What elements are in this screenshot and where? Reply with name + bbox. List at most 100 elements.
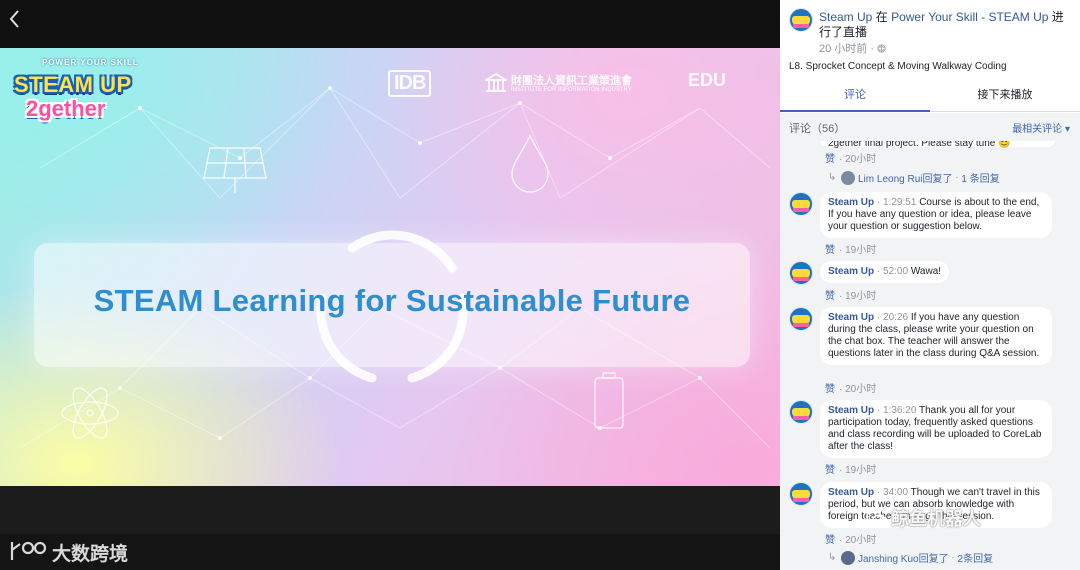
reply-row[interactable]: ↳ Janshing Kuo回复了 · 2条回复: [828, 550, 993, 565]
dashu-watermark-text: 大数跨境: [52, 544, 129, 565]
banner-title: STEAM Learning for Sustainable Future: [93, 283, 691, 318]
comment-actions: 赞 · 19小时: [825, 241, 876, 256]
edu-logo: EDU: [688, 70, 727, 90]
wechat-icon: [866, 510, 886, 526]
comment-bubble: Steam Up · 1:36:20 Thank you all for you…: [820, 400, 1052, 458]
comment-separator: ·: [876, 312, 881, 323]
viewer-top-bar: [0, 0, 780, 48]
like-button[interactable]: 赞: [825, 465, 835, 476]
comment-separator: ·: [876, 266, 881, 277]
reply-avatar: [841, 170, 855, 185]
comment-bubble: Steam Up · 20:26 If you have any questio…: [820, 307, 1052, 365]
tab-up-next[interactable]: 接下来播放: [930, 82, 1080, 112]
post-time[interactable]: 20 小时前: [819, 43, 867, 55]
comments-sidebar: Steam Up 在 Power Your Skill - STEAM Up 进…: [780, 0, 1080, 570]
screen: POWER YOUR SKILL STEAM UP 2gether IDB 財團…: [0, 0, 1080, 570]
logo-tagline: POWER YOUR SKILL: [42, 58, 139, 67]
reply-count[interactable]: 1 条回复: [961, 174, 999, 185]
comment-bubble: Steam Up · 1:29:51 Course is about to th…: [820, 192, 1052, 238]
like-button[interactable]: 赞: [825, 291, 835, 302]
reply-arrow-icon: ↳: [828, 552, 837, 564]
battery-icon: [594, 372, 624, 429]
comment-avatar[interactable]: [789, 482, 813, 506]
title-banner: STEAM Learning for Sustainable Future: [34, 243, 750, 367]
idb-logo: IDB: [388, 70, 432, 97]
logo-subtitle: 2gether: [26, 96, 106, 121]
comment-avatar[interactable]: [789, 192, 813, 216]
reply-row[interactable]: ↳ Lim Leong Rui回复了 · 1 条回复: [828, 170, 1000, 185]
comment-author[interactable]: Steam Up: [828, 197, 874, 208]
video-viewer: POWER YOUR SKILL STEAM UP 2gether IDB 財團…: [0, 0, 780, 570]
dashu-logo-icon: [10, 541, 47, 560]
sidebar-tabs: 评论 接下来播放: [780, 82, 1080, 112]
video-timestamp[interactable]: 1:36:20: [883, 405, 916, 416]
video-timestamp[interactable]: 34:00: [883, 487, 908, 498]
post-description: L8. Sprocket Concept & Moving Walkway Co…: [789, 61, 1007, 72]
comment-author[interactable]: Steam Up: [828, 266, 874, 277]
reply-separator: ·: [955, 172, 959, 183]
video-timestamp[interactable]: 52:00: [883, 266, 908, 277]
iii-name-en: INSTITUTE FOR INFORMATION INDUSTRY: [511, 87, 632, 93]
comment-text: 2gether final project. Please stay tune …: [828, 141, 1011, 149]
solar-panel-icon: [203, 147, 267, 193]
comment-author[interactable]: Steam Up: [828, 487, 874, 498]
action-separator: ·: [839, 245, 843, 256]
like-button[interactable]: 赞: [825, 245, 835, 256]
action-separator: ·: [839, 465, 843, 476]
like-button[interactable]: 赞: [825, 154, 835, 165]
post-header: Steam Up 在 Power Your Skill - STEAM Up 进…: [780, 0, 1080, 60]
post-connector: 在: [875, 10, 888, 24]
post-author-link[interactable]: Steam Up: [819, 10, 872, 24]
comment-separator: ·: [876, 405, 881, 416]
logo-title: STEAM UP: [14, 72, 132, 97]
comment-actions: 赞 · 19小时: [825, 287, 876, 302]
comment-author[interactable]: Steam Up: [828, 312, 874, 323]
whale-robot-watermark: 鲸鱼机器人: [866, 505, 981, 531]
reply-count[interactable]: 2条回复: [958, 554, 994, 565]
post-meta-separator: ·: [870, 43, 875, 55]
comment-text: Wawa!: [910, 266, 942, 277]
comment-time[interactable]: 19小时: [845, 291, 876, 302]
iii-name-zh: 財團法人資訊工業策進會: [511, 75, 632, 87]
comment-actions: 赞 · 20小时: [825, 150, 876, 165]
water-drop-icon: [511, 134, 549, 193]
comment-actions: 赞 · 20小时: [825, 531, 876, 546]
reply-avatar: [841, 550, 855, 565]
comment-bubble: 2gether final project. Please stay tune …: [820, 141, 1055, 149]
comment-time[interactable]: 20小时: [845, 384, 876, 395]
comment-actions: 赞 · 20小时: [825, 380, 876, 395]
comment-time[interactable]: 19小时: [845, 245, 876, 256]
atom-icon: [61, 387, 119, 439]
sort-dropdown[interactable]: 最相关评论 ▾: [1012, 120, 1070, 135]
comment-separator: ·: [876, 197, 881, 208]
comment-bar: 评论（56） 最相关评论 ▾: [780, 113, 1080, 141]
comment-time[interactable]: 19小时: [845, 465, 876, 476]
comment-avatar[interactable]: [789, 400, 813, 424]
comment-bubble: Steam Up · 52:00 Wawa!: [820, 261, 950, 283]
iii-logo: 財團法人資訊工業策進會 INSTITUTE FOR INFORMATION IN…: [485, 70, 660, 100]
post-title: Steam Up 在 Power Your Skill - STEAM Up 进…: [819, 10, 1075, 40]
action-separator: ·: [839, 154, 843, 165]
video-timestamp[interactable]: 1:29:51: [883, 197, 916, 208]
back-arrow-icon[interactable]: [6, 8, 24, 30]
comment-avatar[interactable]: [789, 261, 813, 285]
action-separator: ·: [839, 291, 843, 302]
post-group-link[interactable]: Power Your Skill - STEAM Up: [891, 10, 1048, 24]
comment-time[interactable]: 20小时: [845, 154, 876, 165]
reply-author[interactable]: Janshing Kuo回复了: [858, 554, 949, 565]
comment-time[interactable]: 20小时: [845, 535, 876, 546]
like-button[interactable]: 赞: [825, 384, 835, 395]
comment-count: 评论（56）: [789, 123, 846, 135]
globe-icon: [877, 44, 886, 53]
video-frame[interactable]: POWER YOUR SKILL STEAM UP 2gether IDB 財團…: [0, 48, 780, 486]
action-separator: ·: [839, 535, 843, 546]
comment-avatar[interactable]: [789, 307, 813, 331]
tab-comments[interactable]: 评论: [780, 82, 930, 112]
reply-arrow-icon: ↳: [828, 172, 837, 184]
reply-author[interactable]: Lim Leong Rui回复了: [858, 174, 952, 185]
page-avatar[interactable]: [789, 8, 813, 32]
video-timestamp[interactable]: 20:26: [883, 312, 908, 323]
post-meta: 20 小时前 ·: [819, 40, 886, 56]
like-button[interactable]: 赞: [825, 535, 835, 546]
comment-author[interactable]: Steam Up: [828, 405, 874, 416]
